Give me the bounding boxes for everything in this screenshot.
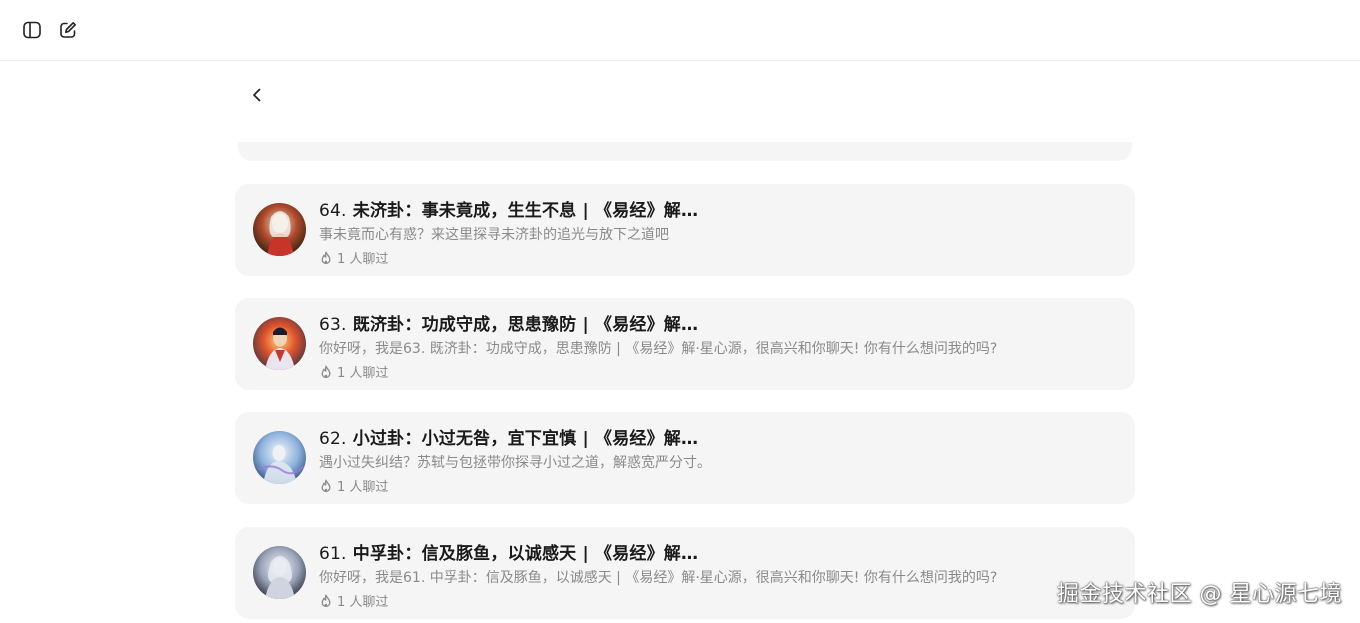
list-item[interactable]: 64. 未济卦：事未竟成，生生不息 | 《易经》解… 事未竟而心有惑？来这里探寻… — [235, 184, 1135, 276]
avatar — [253, 431, 306, 484]
list-item[interactable]: 62. 小过卦：小过无咎，宜下宜慎 | 《易经》解… 遇小过失纠结？苏轼与包拯带… — [235, 412, 1135, 504]
chat-count: 1 人聊过 — [319, 362, 388, 381]
avatar — [253, 317, 306, 370]
fire-icon — [321, 594, 331, 607]
chat-count: 1 人聊过 — [319, 591, 388, 610]
fire-icon — [321, 251, 331, 264]
card-description: 遇小过失纠结？苏轼与包拯带你探寻小过之道，解惑宽严分寸。 — [319, 455, 711, 471]
card-description: 事未竟而心有惑？来这里探寻未济卦的追光与放下之道吧 — [319, 227, 669, 243]
list-item[interactable]: 61. 中孚卦：信及豚鱼，以诚感天 | 《易经》解… 你好呀，我是61. 中孚卦… — [235, 527, 1135, 619]
card-description: 你好呀，我是63. 既济卦：功成守成，思患豫防 | 《易经》解·星心源，很高兴和… — [319, 341, 998, 357]
card-title: 62. 小过卦：小过无咎，宜下宜慎 | 《易经》解… — [319, 429, 699, 449]
chat-count: 1 人聊过 — [319, 248, 388, 267]
card-title: 64. 未济卦：事未竟成，生生不息 | 《易经》解… — [319, 201, 699, 221]
chat-count: 1 人聊过 — [319, 476, 388, 495]
list-item[interactable]: 63. 既济卦：功成守成，思患豫防 | 《易经》解… 你好呀，我是63. 既济卦… — [235, 298, 1135, 390]
sidebar-toggle-icon — [23, 21, 41, 39]
edit-icon — [60, 22, 76, 38]
back-button[interactable] — [246, 84, 268, 106]
avatar — [253, 203, 306, 256]
chevron-left-icon — [253, 88, 261, 102]
sidebar-toggle-button[interactable] — [21, 19, 43, 41]
fire-icon — [321, 479, 331, 492]
top-toolbar — [0, 0, 1360, 61]
card-title: 63. 既济卦：功成守成，思患豫防 | 《易经》解… — [319, 315, 699, 335]
card-description: 你好呀，我是61. 中孚卦：信及豚鱼，以诚感天 | 《易经》解·星心源，很高兴和… — [319, 570, 998, 586]
new-chat-button[interactable] — [57, 19, 79, 41]
card-title: 61. 中孚卦：信及豚鱼，以诚感天 | 《易经》解… — [319, 544, 699, 564]
previous-card-edge[interactable] — [238, 142, 1132, 161]
watermark: 掘金技术社区 @ 星心源七境 — [1057, 582, 1342, 607]
fire-icon — [321, 365, 331, 378]
avatar — [253, 546, 306, 599]
